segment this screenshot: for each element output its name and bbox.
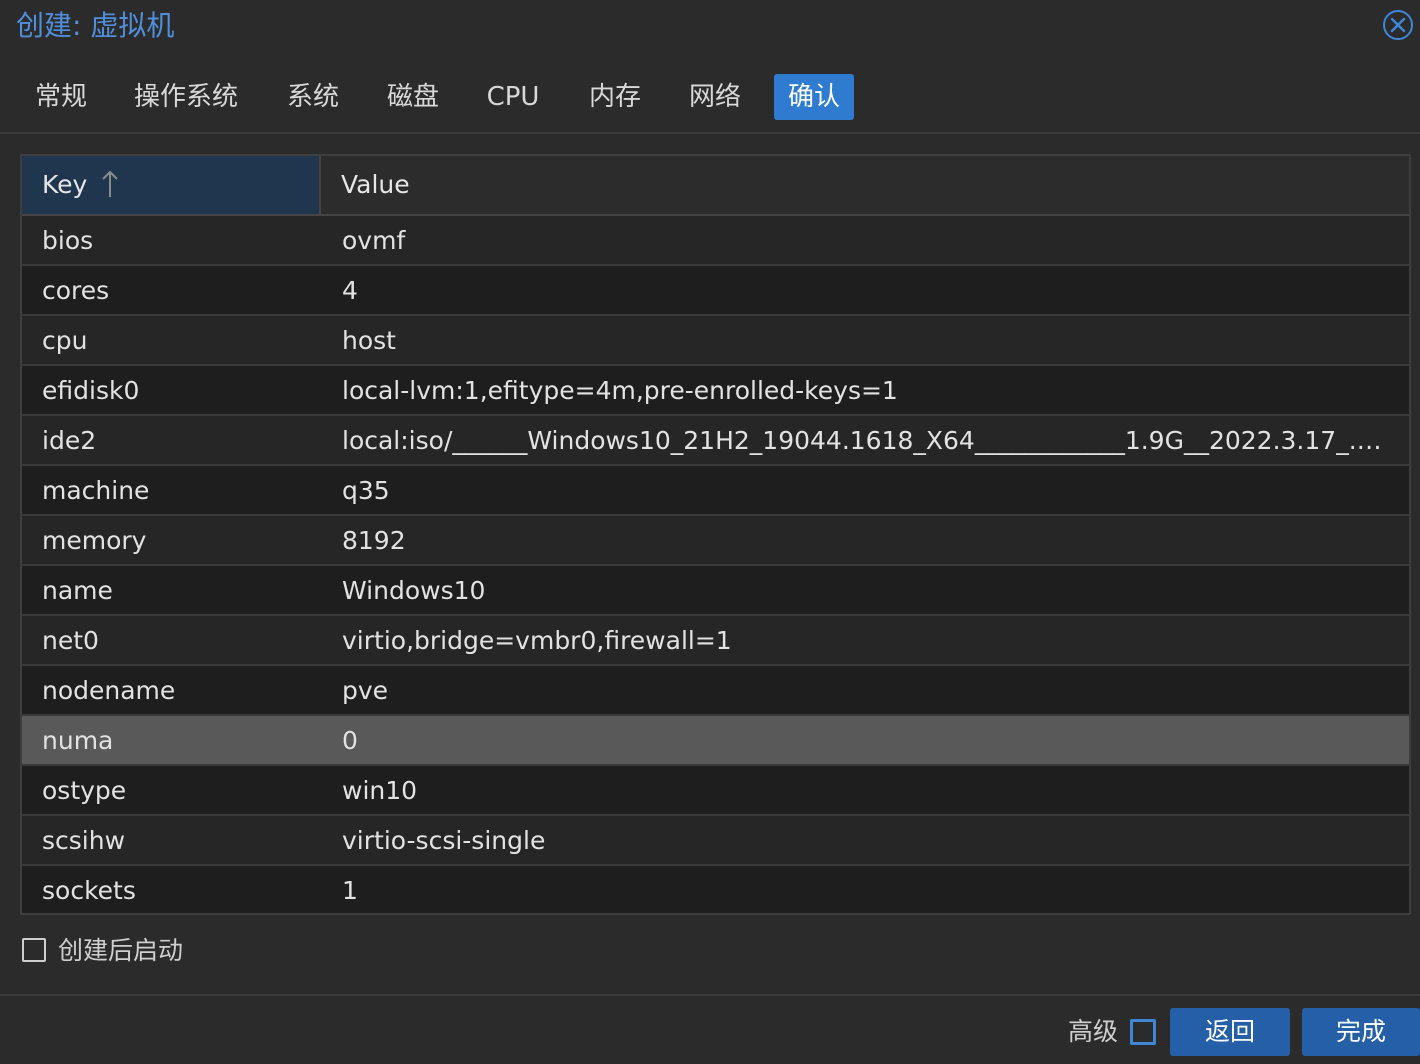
grid-header: Key Value [22,156,1409,216]
row-value: local:iso/______Windows10_21H2_19044.161… [342,426,1382,455]
row-value: 1 [342,876,358,905]
table-row[interactable]: nodename pve [22,666,1409,716]
back-button[interactable]: 返回 [1170,1008,1290,1056]
table-row[interactable]: memory 8192 [22,516,1409,566]
table-row[interactable]: net0 virtio,bridge=vmbr0,firewall=1 [22,616,1409,666]
row-value: virtio-scsi-single [342,826,546,855]
finish-button[interactable]: 完成 [1302,1008,1420,1056]
row-value: 4 [342,276,358,305]
row-value: win10 [342,776,418,805]
tab-network[interactable]: 网络 [674,74,756,120]
column-header-value-label: Value [341,170,410,199]
row-key: cores [42,276,110,305]
tab-general[interactable]: 常规 [20,74,102,120]
table-row[interactable]: sockets 1 [22,866,1409,913]
row-key: cpu [42,326,88,355]
advanced-label: 高级 [1068,1017,1119,1046]
table-row[interactable]: ostype win10 [22,766,1409,816]
advanced-checkbox[interactable] [1130,1019,1156,1045]
table-row[interactable]: efidisk0 local-lvm:1,efitype=4m,pre-enro… [22,366,1409,416]
table-row[interactable]: cpu host [22,316,1409,366]
row-key: machine [42,476,150,505]
row-value: host [342,326,396,355]
tab-os[interactable]: 操作系统 [120,74,252,120]
start-after-created-label: 创建后启动 [58,936,184,965]
table-row[interactable]: ide2 local:iso/______Windows10_21H2_1904… [22,416,1409,466]
row-key: ostype [42,776,127,805]
row-value: q35 [342,476,390,505]
table-row[interactable]: cores 4 [22,266,1409,316]
tab-memory[interactable]: 内存 [574,74,656,120]
dialog-title: 创建: 虚拟机 [16,9,175,42]
wizard-tabs: 常规 操作系统 系统 磁盘 CPU 内存 网络 确认 [0,62,1420,134]
start-after-created-checkbox[interactable] [22,938,46,962]
grid-body: bios ovmf cores 4 cpu host efidisk0 loca… [22,216,1409,913]
row-key: memory [42,526,147,555]
row-key: net0 [42,626,99,655]
row-key: nodename [42,676,176,705]
row-value: local-lvm:1,efitype=4m,pre-enrolled-keys… [342,376,898,405]
tab-disk[interactable]: 磁盘 [372,74,454,120]
row-key: name [42,576,113,605]
close-icon [1390,17,1406,33]
table-row[interactable]: bios ovmf [22,216,1409,266]
sort-ascending-icon [102,170,118,197]
tab-cpu[interactable]: CPU [472,74,554,120]
row-value: virtio,bridge=vmbr0,firewall=1 [342,626,732,655]
row-value: ovmf [342,226,406,255]
dialog-footer: 高级 返回 完成 [0,994,1420,1064]
tab-system[interactable]: 系统 [272,74,354,120]
summary-grid: Key Value bios ovmf cores 4 cpu host efi… [20,154,1411,915]
row-key: efidisk0 [42,376,140,405]
table-row[interactable]: machine q35 [22,466,1409,516]
tab-confirm[interactable]: 确认 [774,74,854,120]
row-key: bios [42,226,94,255]
row-value: pve [342,676,389,705]
table-row[interactable]: name Windows10 [22,566,1409,616]
row-value: Windows10 [342,576,486,605]
create-vm-dialog: 创建: 虚拟机 常规 操作系统 系统 磁盘 CPU 内存 网络 确认 Key V… [0,0,1420,1064]
table-row[interactable]: scsihw virtio-scsi-single [22,816,1409,866]
row-key: ide2 [42,426,97,455]
column-header-key-label: Key [42,170,88,199]
row-key: sockets [42,876,136,905]
column-header-key[interactable]: Key [22,156,321,214]
row-key: numa [42,726,114,755]
dialog-titlebar: 创建: 虚拟机 [0,0,1420,52]
row-key: scsihw [42,826,126,855]
column-header-value[interactable]: Value [321,156,1409,214]
table-row-selected[interactable]: numa 0 [22,716,1409,766]
close-button[interactable] [1383,10,1413,40]
row-value: 0 [342,726,358,755]
row-value: 8192 [342,526,406,555]
